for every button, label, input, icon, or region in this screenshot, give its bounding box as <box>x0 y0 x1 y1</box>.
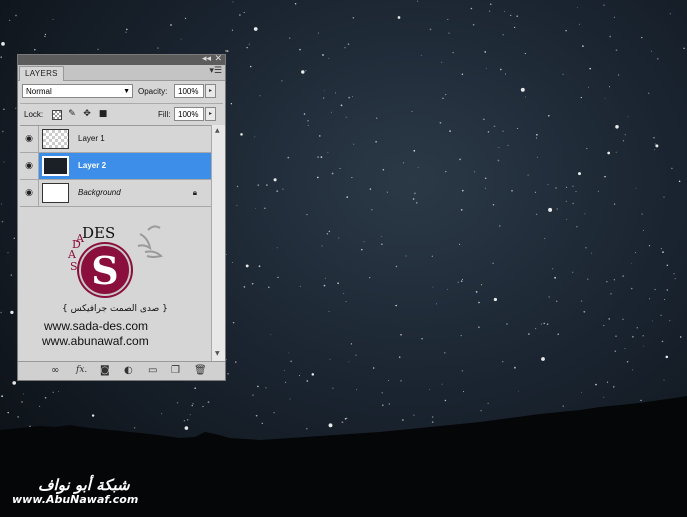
panel-tab-row: LAYERS ▾☰ <box>18 65 225 81</box>
layer-thumbnail <box>42 183 69 203</box>
folder-icon[interactable]: ▭ <box>148 365 157 376</box>
brush-lock-icon[interactable]: ✎ <box>67 109 77 119</box>
scroll-up-icon[interactable]: ▲ <box>215 127 220 134</box>
mask-icon[interactable]: ◙ <box>100 365 110 376</box>
layers-list: ◉ Layer 1 ◉ Layer 2 ◉ Background 🔒︎ S DE… <box>20 125 211 362</box>
panel-menu-icon[interactable]: ▾☰ <box>209 66 222 76</box>
layer-thumbnail <box>42 129 69 149</box>
panel-titlebar[interactable]: ◂◂ ✕ <box>18 54 225 65</box>
new-layer-icon[interactable]: ❐ <box>171 365 180 376</box>
logo-circle-letter: S <box>91 248 118 293</box>
panel-bottom-bar: ∞ fx. ◙ ◐ ▭ ❐ 🗑︎ <box>18 361 225 380</box>
close-icon[interactable]: ✕ <box>214 54 222 64</box>
logo-sada-des: S DES A D A S { صدى الصمت جرافيكس } www.… <box>42 222 168 362</box>
fx-icon[interactable]: fx. <box>76 365 87 376</box>
blend-mode-select[interactable]: Normal ▼ <box>22 84 133 98</box>
layer-name: Background <box>78 188 121 197</box>
watermark-url: www.AbuNawaf.com <box>12 493 139 506</box>
trash-icon[interactable]: 🗑︎ <box>194 365 207 376</box>
link-icon[interactable]: ∞ <box>51 365 59 376</box>
logo-arabic-line: { صدى الصمت جرافيكس } <box>62 304 168 314</box>
adjustment-icon[interactable]: ◐ <box>124 365 133 376</box>
padlock-icon[interactable]: ■ <box>98 109 108 119</box>
scrollbar[interactable]: ▲ ▼ <box>211 125 225 361</box>
chevron-down-icon: ▼ <box>123 88 130 95</box>
scroll-down-icon[interactable]: ▼ <box>215 350 220 357</box>
logo-text-top: DES <box>82 224 116 242</box>
lock-icon: 🔒︎ <box>192 188 197 197</box>
lock-label: Lock: <box>24 110 44 119</box>
layer-row-selected[interactable]: ◉ Layer 2 <box>20 153 211 180</box>
layer-row[interactable]: ◉ Layer 1 <box>20 126 211 153</box>
opacity-label: Opacity: <box>138 87 168 96</box>
layer-name: Layer 2 <box>78 161 107 170</box>
blend-row: Normal ▼ Opacity: 100% ▸ <box>18 81 225 103</box>
eye-icon[interactable]: ◉ <box>20 180 39 206</box>
layers-panel: ◂◂ ✕ LAYERS ▾☰ Normal ▼ Opacity: 100% ▸ … <box>17 54 226 381</box>
layer-row[interactable]: ◉ Background 🔒︎ <box>20 180 211 207</box>
layer-thumbnail <box>42 156 69 176</box>
eye-icon[interactable]: ◉ <box>20 126 39 152</box>
lock-row: Lock: ✎ ✥ ■ Fill: 100% ▸ <box>18 104 225 126</box>
eye-icon[interactable]: ◉ <box>20 153 39 179</box>
fill-input[interactable]: 100% <box>174 107 204 121</box>
watermark-arabic: شبكة أبو نواف <box>38 476 130 494</box>
blend-mode-value: Normal <box>26 87 52 96</box>
opacity-input[interactable]: 100% <box>174 84 204 98</box>
collapse-icon[interactable]: ◂◂ <box>202 54 211 64</box>
opacity-arrow-icon[interactable]: ▸ <box>205 84 216 98</box>
move-lock-icon[interactable]: ✥ <box>82 109 92 119</box>
logo-letter: S <box>70 260 78 273</box>
logo-url-1: www.sada-des.com <box>44 319 149 333</box>
logo-url-2: www.abunawaf.com <box>42 334 149 348</box>
transparent-pixels-lock-icon[interactable] <box>52 110 62 120</box>
layer-name: Layer 1 <box>78 134 105 143</box>
fill-label: Fill: <box>158 110 171 119</box>
tab-layers[interactable]: LAYERS <box>19 66 64 81</box>
fill-arrow-icon[interactable]: ▸ <box>205 107 216 121</box>
